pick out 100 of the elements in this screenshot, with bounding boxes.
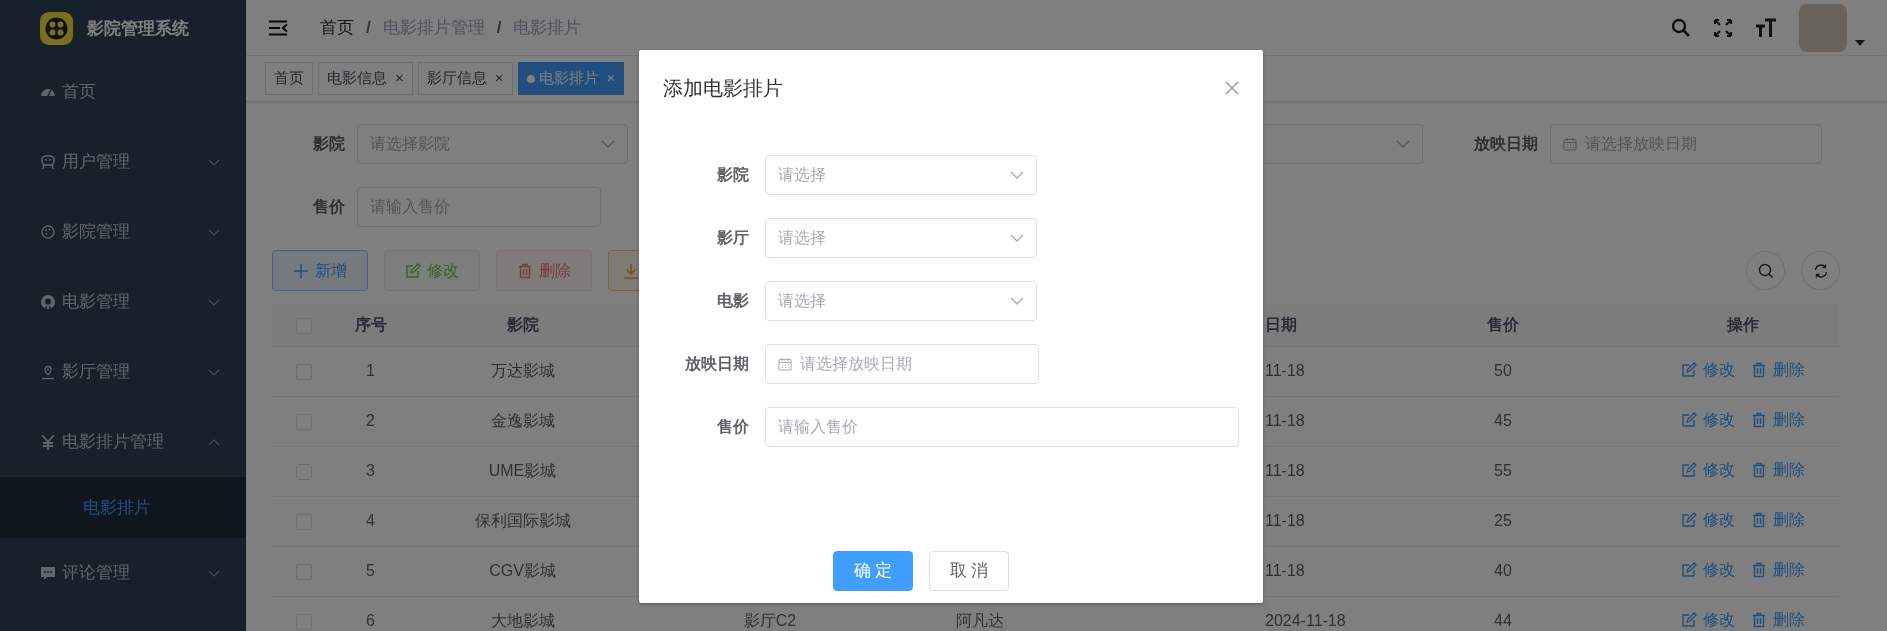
menu-item[interactable]: 影厅管理 (0, 337, 246, 407)
tab-close-button[interactable]: × (606, 67, 616, 90)
calendar-icon (1563, 137, 1577, 151)
menu-item[interactable]: 用户管理 (0, 127, 246, 197)
select-field[interactable]: 请选择 (765, 281, 1037, 321)
select-field[interactable]: 请选择 (765, 218, 1037, 258)
search-icon[interactable] (1671, 17, 1691, 38)
edit-icon (1680, 461, 1697, 478)
table-cell: 25 (1494, 512, 1512, 529)
tab[interactable]: 影厅信息 × (417, 62, 513, 95)
breadcrumb-separator: / (496, 16, 502, 39)
table-cell: 3 (366, 462, 375, 479)
table-cell: 5 (366, 562, 375, 579)
edit-icon (1680, 511, 1697, 528)
menu-item[interactable]: 电影管理 (0, 267, 246, 337)
delete-link[interactable]: 删除 (1750, 557, 1805, 582)
edit-icon (1680, 411, 1697, 428)
table-cell: 2 (366, 412, 375, 429)
menu-item[interactable]: 首页 (0, 57, 246, 127)
table-cell: 1 (366, 362, 375, 379)
field-label: 影院 (716, 165, 750, 185)
table-cell: 保利国际影城 (474, 512, 571, 529)
edit-link[interactable]: 修改 (1680, 407, 1735, 432)
delete-link[interactable]: 删除 (1750, 457, 1805, 482)
table-cell: 11-18 (1265, 362, 1305, 379)
trash-icon (1750, 411, 1767, 428)
table-cell: 金逸影城 (490, 412, 555, 429)
edit-link[interactable]: 修改 (1680, 607, 1735, 631)
trash-icon (1750, 561, 1767, 578)
table-cell: 50 (1494, 362, 1512, 379)
select-field[interactable]: 请选择 (765, 155, 1037, 195)
table-cell: 大地影城 (490, 612, 555, 629)
delete-link[interactable]: 删除 (1750, 357, 1805, 382)
plus-icon (293, 262, 309, 279)
toolbar-button[interactable]: 新增 (272, 250, 368, 291)
table-cell: CGV影城 (489, 562, 556, 579)
breadcrumb-link[interactable]: 首页 (320, 14, 354, 41)
yen-icon (40, 434, 56, 450)
chat-bubble-icon (40, 565, 56, 581)
edit-link[interactable]: 修改 (1680, 457, 1735, 482)
caret-icon[interactable] (1855, 39, 1865, 46)
table-cell: 55 (1494, 462, 1512, 479)
submenu-item[interactable]: 电影排片 (0, 477, 246, 538)
table-cell: 11-18 (1265, 462, 1305, 479)
input-field[interactable]: 请输入售价 (764, 407, 1239, 447)
delete-link[interactable]: 删除 (1750, 407, 1805, 432)
tab[interactable]: 电影信息 × (318, 62, 413, 95)
column-header: 操作 (1726, 315, 1759, 333)
fullscreen-icon[interactable] (1713, 17, 1733, 38)
tab-close-button[interactable]: × (395, 67, 404, 90)
date-field[interactable]: 请选择放映日期 (765, 344, 1039, 384)
edit-link[interactable]: 修改 (1680, 507, 1735, 532)
field-label: 售价 (312, 197, 346, 217)
edit-icon (1680, 611, 1697, 628)
column-header: 售价 (1487, 315, 1519, 333)
tab-close-button[interactable]: × (494, 67, 504, 90)
tab[interactable]: 电影排片 × (517, 62, 625, 95)
edit-link[interactable]: 修改 (1680, 557, 1735, 582)
delete-link[interactable]: 删除 (1750, 607, 1805, 631)
chevron-down-icon (1010, 297, 1024, 305)
palette-icon (40, 224, 56, 240)
edit-icon (405, 262, 421, 279)
table-cell: UME影城 (488, 462, 557, 479)
field-label: 电影 (716, 291, 750, 311)
logo-icon (40, 12, 73, 45)
download-icon (623, 262, 639, 279)
column-header: 日期 (1265, 315, 1297, 333)
field-label: 售价 (715, 417, 750, 437)
tab[interactable]: 首页 (265, 62, 313, 95)
trash-icon (1750, 511, 1767, 528)
table-cell: 万达影城 (490, 362, 555, 379)
table-cell: 4 (366, 512, 375, 529)
table-cell: 45 (1494, 412, 1512, 429)
menu-item[interactable]: 电影排片管理 (0, 407, 246, 477)
refresh-button[interactable] (1801, 251, 1840, 290)
field-label: 影院 (312, 134, 346, 154)
table-cell: 6 (366, 612, 375, 629)
table-cell: 11-18 (1265, 512, 1305, 529)
confirm-button[interactable]: 确 定 (833, 551, 913, 591)
trash-icon (517, 262, 533, 279)
search-button[interactable] (1746, 251, 1785, 290)
table-cell: 11-18 (1265, 412, 1305, 429)
delete-link[interactable]: 删除 (1750, 507, 1805, 532)
edit-link[interactable]: 修改 (1680, 357, 1735, 382)
chevron-down-icon (1396, 140, 1410, 148)
menu-item[interactable]: 评论管理 (0, 538, 246, 608)
close-icon[interactable] (1225, 81, 1239, 95)
cancel-button[interactable]: 取 消 (929, 551, 1009, 591)
font-size-icon[interactable] (1755, 17, 1777, 38)
chevron-down-icon (601, 140, 615, 148)
refresh-icon (1812, 262, 1829, 279)
table-cell: 44 (1494, 612, 1512, 629)
table-cell: 影厅C2 (743, 612, 797, 629)
edit-icon (1680, 361, 1697, 378)
chevron-down-icon (1010, 171, 1024, 179)
menu-icon[interactable] (268, 19, 288, 36)
menu-item[interactable]: 影院管理 (0, 197, 246, 267)
trash-icon (1750, 611, 1767, 628)
field-label: 放映日期 (1473, 134, 1539, 154)
table-cell: 2024-11-18 (1265, 612, 1346, 629)
